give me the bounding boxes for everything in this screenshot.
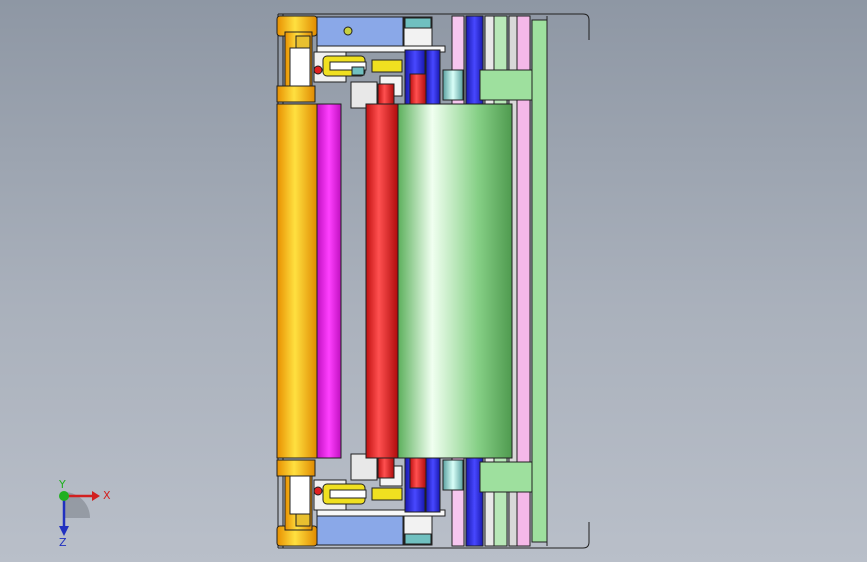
red-roller <box>365 103 399 459</box>
cad-viewport[interactable]: X Y Z <box>0 0 867 562</box>
z-axis-label: Z <box>59 536 67 548</box>
axis-triad: X Y Z <box>58 478 111 548</box>
roller-assembly-drawing[interactable] <box>0 0 867 562</box>
red-roller-top-neck <box>377 83 395 105</box>
green-roller <box>397 103 513 459</box>
main-rollers[interactable] <box>276 83 513 479</box>
yellow-roller <box>276 103 318 459</box>
magenta-roller <box>316 103 342 459</box>
red-roller-bottom-neck <box>377 457 395 479</box>
x-axis-label: X <box>103 489 111 502</box>
y-axis-label: Y <box>58 478 66 491</box>
